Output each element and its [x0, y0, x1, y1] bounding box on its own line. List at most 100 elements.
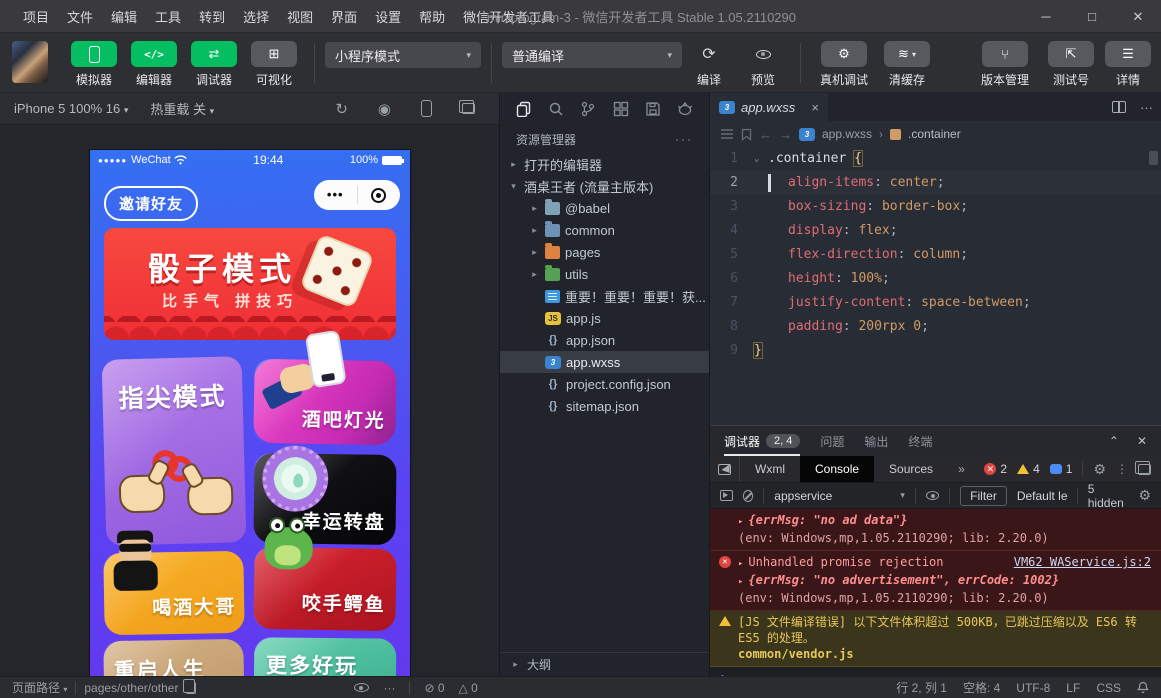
outline-list-icon[interactable] — [720, 128, 734, 140]
inspect-element-icon[interactable] — [710, 456, 740, 482]
simulator-toggle-button[interactable]: 模拟器 — [64, 41, 124, 88]
copy-icon[interactable] — [186, 682, 196, 694]
menu-item-edit[interactable]: 编辑 — [102, 7, 146, 26]
capsule-menu[interactable]: ••• — [314, 180, 400, 210]
tree-item-pages-folder[interactable]: pages — [500, 241, 709, 263]
tile-drinking-bro[interactable]: 喝酒大哥 — [103, 551, 244, 635]
console-warning-message[interactable]: [JS 文件编译错误] 以下文件体积超过 500KB，已跳过压缩以及 ES6 转… — [710, 611, 1161, 667]
maximize-button[interactable]: □ — [1069, 0, 1115, 33]
tile-restart-life[interactable]: 重启人生 模拟器 — [103, 639, 244, 676]
expand-icon[interactable] — [738, 555, 748, 569]
console-sidebar-icon[interactable] — [720, 490, 733, 501]
device-debug-button[interactable]: ⚙ 真机调试 — [811, 41, 877, 88]
kebab-menu-icon[interactable]: ⋮ — [1116, 462, 1128, 476]
split-editor-icon[interactable] — [1112, 101, 1126, 113]
indentation[interactable]: 空格: 4 — [963, 679, 1000, 696]
search-icon[interactable] — [548, 101, 564, 117]
bookmark-icon[interactable] — [741, 128, 752, 141]
context-selector[interactable]: appservice — [774, 489, 905, 503]
devtools-settings-icon[interactable]: ⚙ — [1093, 461, 1106, 478]
details-button[interactable]: ☰ 详情 — [1105, 41, 1151, 88]
compile-button[interactable]: ⟳ 编译 — [682, 41, 736, 88]
tree-item-important-note[interactable]: 重要！重要！重要！获... — [500, 285, 709, 307]
menu-item-file[interactable]: 文件 — [58, 7, 102, 26]
invite-friends-button[interactable]: 邀请好友 — [104, 186, 198, 221]
clear-cache-button[interactable]: ≋▾ 清缓存 — [877, 41, 937, 88]
tree-item-app-wxss[interactable]: 3 app.wxss — [500, 351, 709, 373]
undock-icon[interactable] — [1138, 464, 1151, 475]
tile-biting-crocodile[interactable]: 咬手鳄鱼 — [253, 547, 396, 631]
files-icon[interactable] — [516, 101, 532, 117]
tile-more-fun[interactable]: 更多好玩 点这里 — [254, 637, 397, 676]
menu-item-project[interactable]: 项目 — [14, 7, 58, 26]
expand-icon[interactable] — [738, 513, 748, 527]
user-avatar[interactable] — [12, 41, 48, 83]
breadcrumb-file[interactable]: app.wxss — [822, 127, 872, 141]
source-link[interactable]: VM62 WAService.js:2 — [1014, 554, 1151, 570]
compile-mode-dropdown[interactable]: 普通编译 — [502, 42, 682, 68]
clear-console-icon[interactable] — [743, 490, 754, 502]
explorer-actions-icon[interactable]: ··· — [675, 132, 693, 146]
status-error-count[interactable]: ⊘ 0 — [424, 681, 444, 695]
back-icon[interactable]: ← — [759, 127, 772, 142]
tree-item-utils-folder[interactable]: utils — [500, 263, 709, 285]
eol-type[interactable]: LF — [1066, 681, 1080, 695]
menu-item-tools[interactable]: 工具 — [146, 7, 190, 26]
console-error-message[interactable]: {errMsg: "no ad data"} (env: Windows,mp,… — [710, 509, 1161, 551]
visualization-toggle-button[interactable]: ⊞ 可视化 — [244, 41, 304, 88]
tab-debugger[interactable]: 调试器 2, 4 — [724, 426, 800, 456]
editor-scrollbar[interactable] — [1149, 151, 1158, 165]
rotate-icon[interactable]: ↻ — [335, 100, 348, 118]
tree-item-babel-folder[interactable]: @babel — [500, 197, 709, 219]
extensions-icon[interactable] — [613, 101, 629, 117]
tree-item-project-config[interactable]: {} project.config.json — [500, 373, 709, 395]
menu-item-goto[interactable]: 转到 — [190, 7, 234, 26]
tab-problems[interactable]: 问题 — [820, 426, 844, 456]
menu-item-help[interactable]: 帮助 — [410, 7, 454, 26]
mode-select-dropdown[interactable]: 小程序模式 — [325, 42, 481, 68]
tab-console[interactable]: Console — [800, 456, 874, 482]
tree-item-sitemap[interactable]: {} sitemap.json — [500, 395, 709, 417]
console-prompt[interactable]: ❯ — [710, 667, 1161, 676]
forward-icon[interactable]: → — [779, 127, 792, 142]
page-path-dropdown[interactable]: 页面路径 ▾ — [12, 679, 67, 696]
hot-reload-toggle[interactable]: 热重载 关 ▾ — [150, 99, 214, 118]
preview-button[interactable]: 预览 — [736, 41, 790, 88]
tree-item-project-root[interactable]: 酒桌王者 (流量主版本) — [500, 175, 709, 197]
plugin-icon[interactable] — [677, 101, 693, 117]
source-control-icon[interactable] — [580, 101, 596, 117]
tree-item-common-folder[interactable]: common — [500, 219, 709, 241]
collapse-panel-icon[interactable]: ⌃ — [1109, 434, 1119, 448]
console-filter-input[interactable]: Filter — [960, 486, 1007, 506]
version-control-button[interactable]: ⑂ 版本管理 — [973, 41, 1037, 88]
tab-sources[interactable]: Sources — [874, 456, 948, 482]
record-icon[interactable]: ◉ — [378, 100, 391, 118]
tree-item-app-js[interactable]: JS app.js — [500, 307, 709, 329]
tab-terminal[interactable]: 终端 — [908, 426, 932, 456]
tab-app-wxss[interactable]: 3 app.wxss × — [710, 93, 828, 121]
language-mode[interactable]: CSS — [1096, 681, 1121, 695]
code-editor[interactable]: 1⌄ .container { 2 align-items: center; 3… — [710, 147, 1161, 425]
tile-finger-mode[interactable]: 指尖模式 — [102, 356, 247, 546]
tree-item-open-editors[interactable]: 打开的编辑器 — [500, 153, 709, 175]
tab-output[interactable]: 输出 — [864, 426, 888, 456]
status-warning-count[interactable]: △ 0 — [459, 681, 478, 695]
tree-item-app-json[interactable]: {} app.json — [500, 329, 709, 351]
console-error-message[interactable]: ✕ Unhandled promise rejectionVM62 WAServ… — [710, 551, 1161, 611]
device-frame-icon[interactable] — [421, 100, 432, 117]
live-expression-icon[interactable] — [926, 491, 939, 500]
menu-item-select[interactable]: 选择 — [234, 7, 278, 26]
menu-item-view[interactable]: 视图 — [278, 7, 322, 26]
menu-item-interface[interactable]: 界面 — [322, 7, 366, 26]
minimize-button[interactable]: ─ — [1023, 0, 1069, 33]
dice-mode-banner[interactable]: 骰子模式 比手气 拼技巧 — [104, 228, 396, 340]
cursor-position[interactable]: 行 2, 列 1 — [896, 679, 947, 696]
editor-more-actions-icon[interactable]: ··· — [1140, 100, 1153, 115]
status-more-icon[interactable]: ··· — [383, 681, 395, 695]
encoding[interactable]: UTF-8 — [1016, 681, 1050, 695]
editor-toggle-button[interactable]: </> 编辑器 — [124, 41, 184, 88]
outline-section[interactable]: 大纲 — [500, 652, 709, 676]
breadcrumb-symbol[interactable]: .container — [908, 127, 961, 141]
close-button[interactable]: ✕ — [1115, 0, 1161, 33]
menu-item-settings[interactable]: 设置 — [366, 7, 410, 26]
